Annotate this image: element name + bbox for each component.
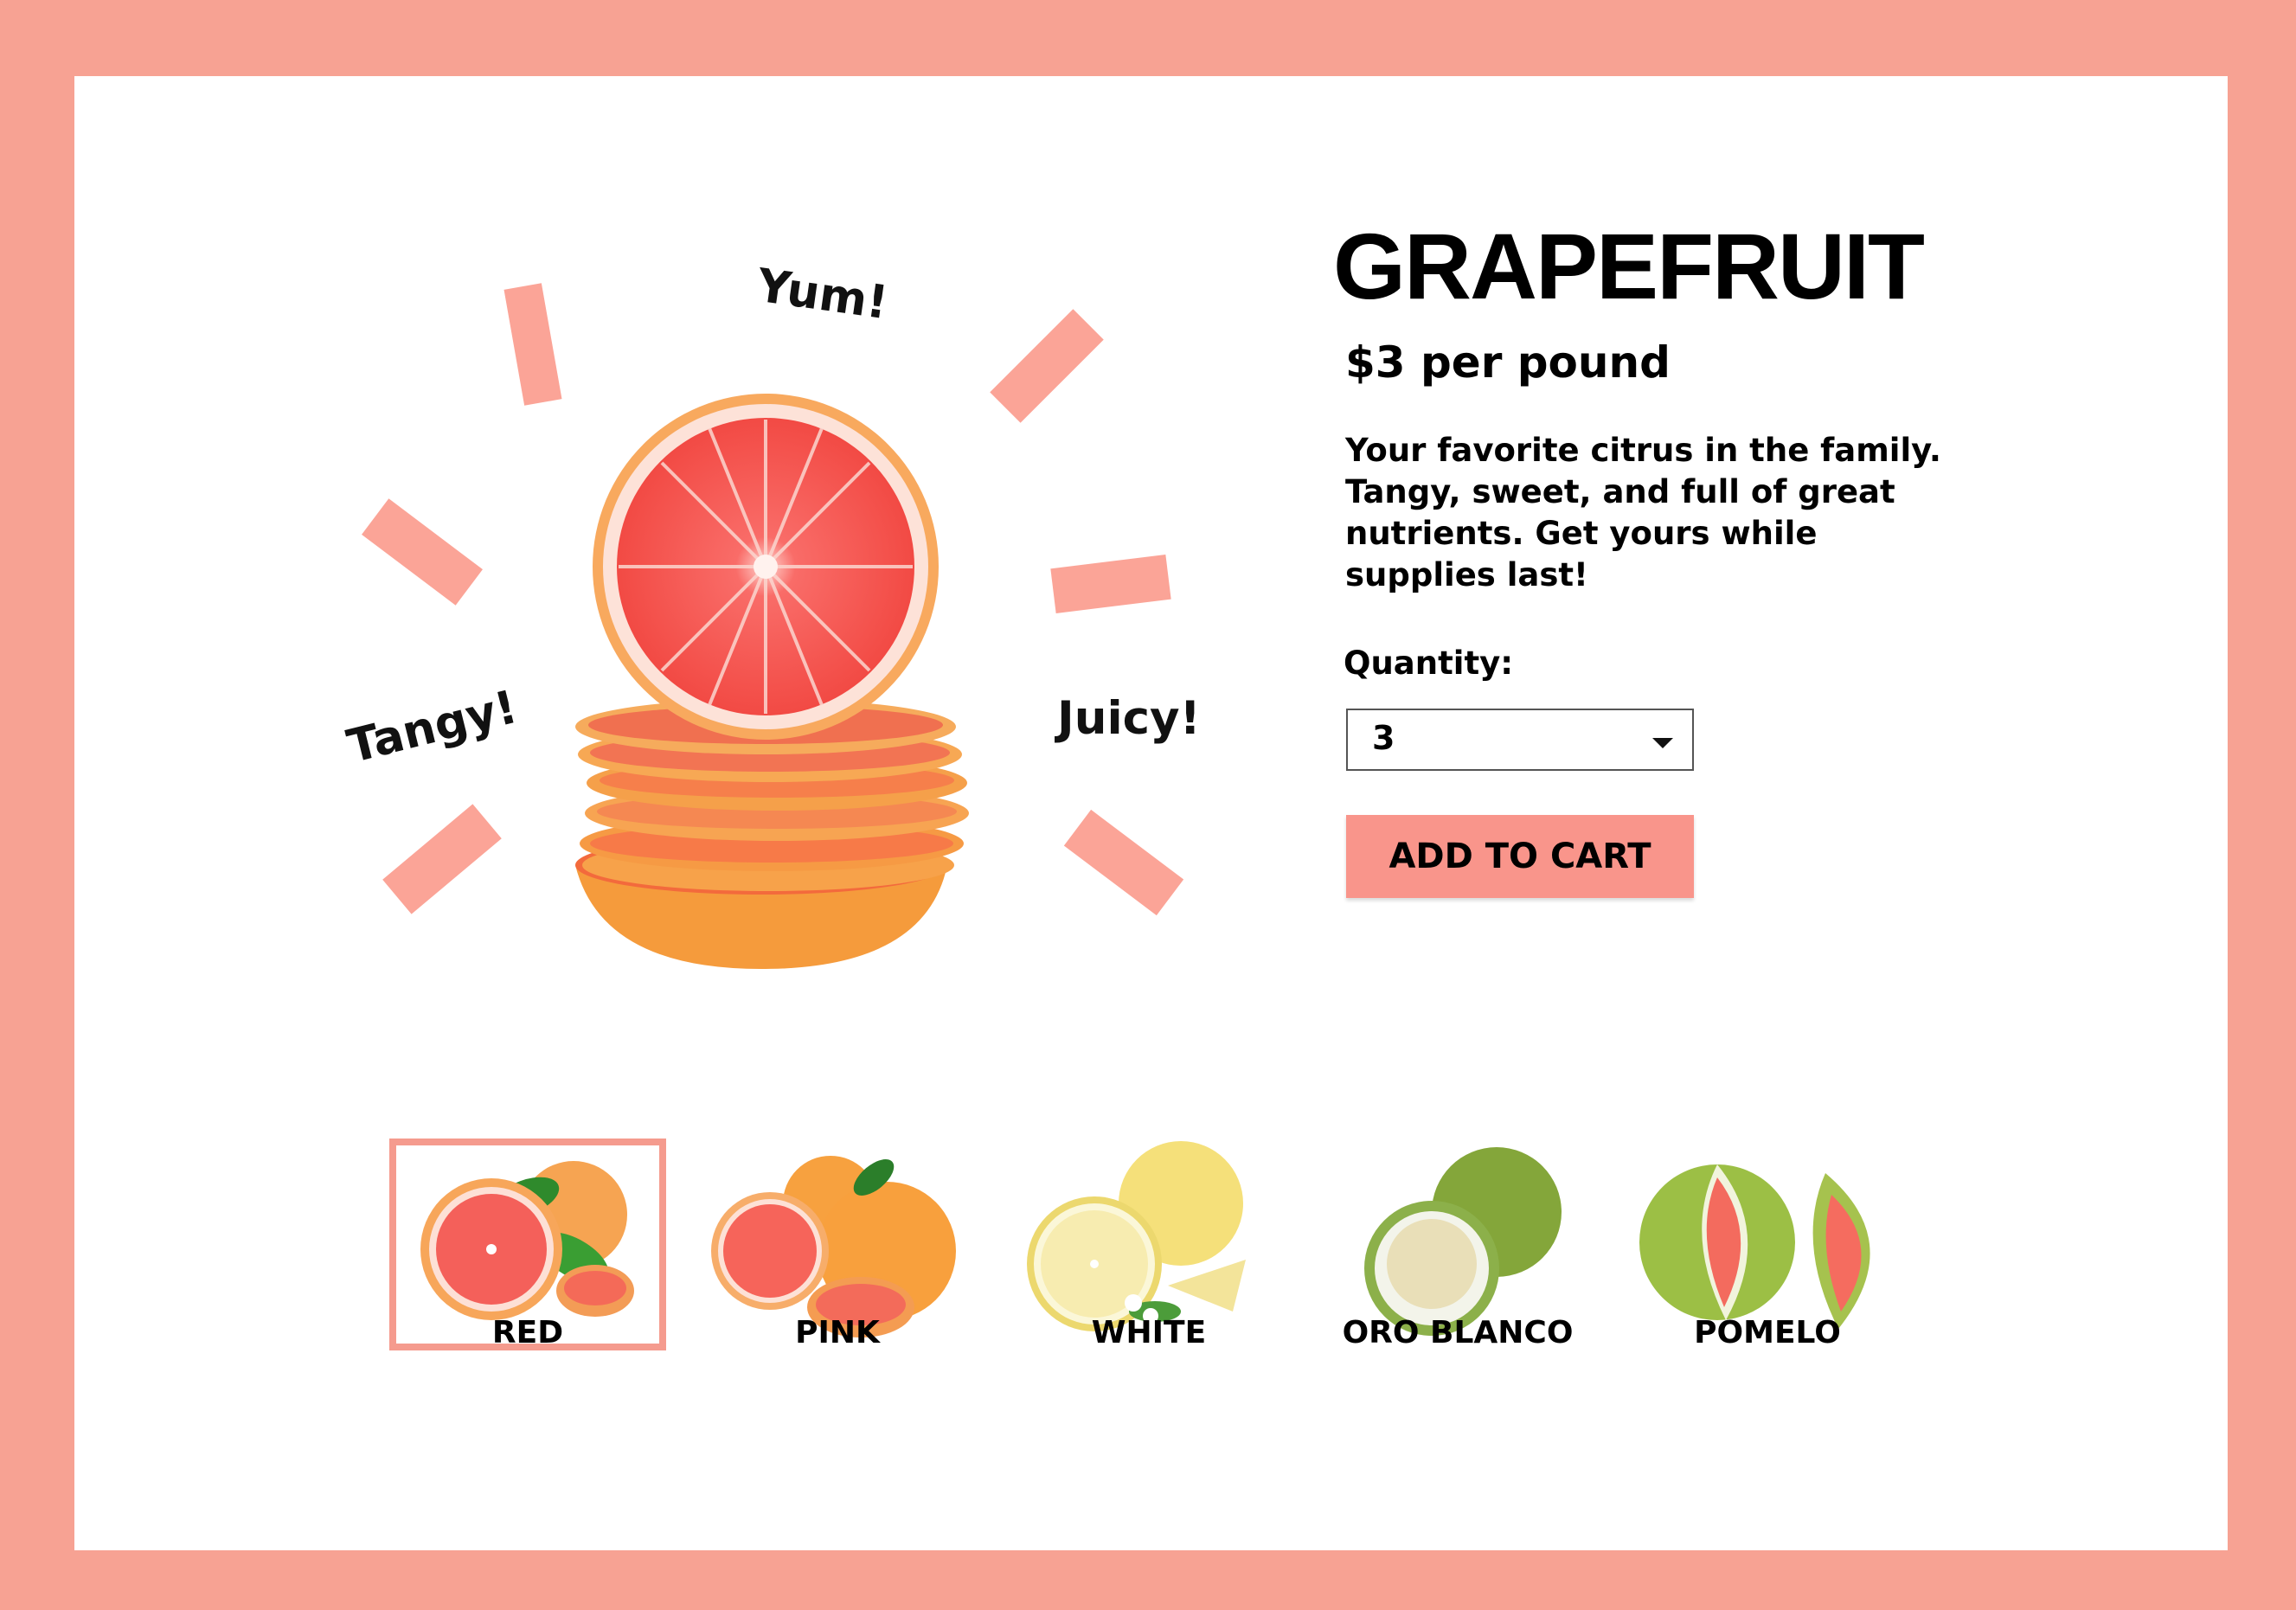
- grapefruit-stack-image: [575, 394, 969, 969]
- variant-label-red[interactable]: RED: [372, 1315, 683, 1350]
- chevron-down-icon: [1652, 738, 1673, 748]
- product-title: GRAPEFRUIT: [1333, 214, 1925, 318]
- quantity-value: 3: [1372, 719, 1395, 757]
- product-description: Your favorite citrus in the family. Tang…: [1345, 432, 1941, 593]
- decor-ray: [382, 804, 502, 914]
- variant-label-pomelo[interactable]: POMELO: [1612, 1315, 1923, 1350]
- decor-ray: [362, 498, 483, 606]
- variant-label-pink[interactable]: PINK: [682, 1315, 993, 1350]
- red-grapefruit-image: [420, 1161, 634, 1320]
- decor-ray: [990, 309, 1104, 423]
- product-price: $3 per pound: [1345, 337, 1671, 388]
- quantity-select[interactable]: 3: [1346, 709, 1694, 771]
- exclamation-yum: Yum!: [754, 259, 892, 330]
- quantity-label: Quantity:: [1344, 645, 1514, 682]
- decor-ray: [1063, 809, 1184, 916]
- decor-ray: [1050, 555, 1171, 613]
- variant-label-oro-blanco[interactable]: ORO BLANCO: [1302, 1315, 1613, 1350]
- hero-illustration: Yum! Tangy! Juicy!: [0, 0, 1298, 1038]
- exclamation-tangy: Tangy!: [342, 680, 523, 774]
- add-to-cart-button[interactable]: ADD TO CART: [1346, 815, 1694, 898]
- variant-label-white[interactable]: WHITE: [993, 1315, 1305, 1350]
- exclamation-juicy: Juicy!: [1057, 692, 1201, 745]
